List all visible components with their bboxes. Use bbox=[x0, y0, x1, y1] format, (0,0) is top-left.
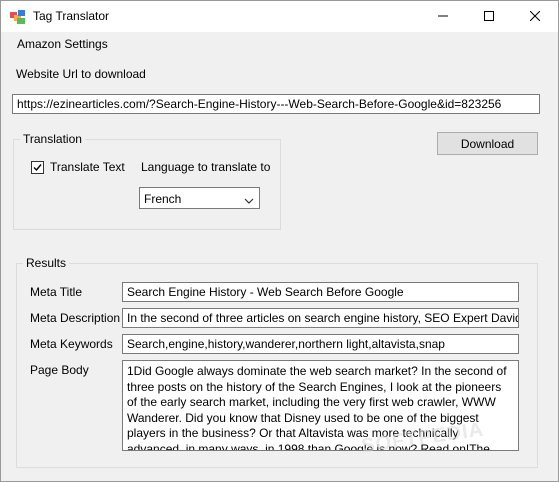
url-label: Website Url to download bbox=[16, 67, 146, 81]
meta-description-label: Meta Description bbox=[30, 311, 121, 325]
translation-group-label: Translation bbox=[20, 132, 85, 146]
maximize-icon bbox=[484, 10, 494, 24]
maximize-button[interactable] bbox=[466, 1, 512, 32]
minimize-icon bbox=[438, 10, 448, 24]
chevron-down-icon bbox=[244, 194, 254, 208]
meta-keywords-input[interactable]: Search,engine,history,wanderer,northern … bbox=[122, 334, 519, 354]
menu-bar: Amazon Settings bbox=[1, 32, 558, 56]
translation-group bbox=[13, 139, 281, 230]
meta-description-input[interactable]: In the second of three articles on searc… bbox=[122, 308, 519, 328]
menu-item-amazon-settings[interactable]: Amazon Settings bbox=[9, 36, 116, 52]
url-input[interactable]: https://ezinearticles.com/?Search-Engine… bbox=[12, 94, 540, 114]
app-window: Tag Translator Amazon Settings Website U… bbox=[0, 0, 559, 482]
minimize-button[interactable] bbox=[420, 1, 466, 32]
download-button[interactable]: Download bbox=[437, 132, 538, 155]
app-icon bbox=[10, 9, 26, 25]
language-label: Language to translate to bbox=[141, 160, 271, 174]
results-group-label: Results bbox=[23, 256, 70, 270]
translate-text-label: Translate Text bbox=[50, 160, 125, 174]
close-icon bbox=[529, 10, 541, 24]
translate-text-checkbox[interactable] bbox=[31, 161, 44, 174]
title-bar: Tag Translator bbox=[1, 1, 558, 32]
meta-keywords-label: Meta Keywords bbox=[30, 337, 113, 351]
language-select[interactable]: French bbox=[139, 187, 260, 209]
window-title: Tag Translator bbox=[33, 9, 110, 23]
meta-title-label: Meta Title bbox=[30, 285, 83, 299]
meta-title-input[interactable]: Search Engine History - Web Search Befor… bbox=[122, 282, 519, 302]
page-body-label: Page Body bbox=[30, 363, 89, 377]
close-button[interactable] bbox=[512, 1, 558, 32]
language-select-value: French bbox=[144, 192, 182, 206]
